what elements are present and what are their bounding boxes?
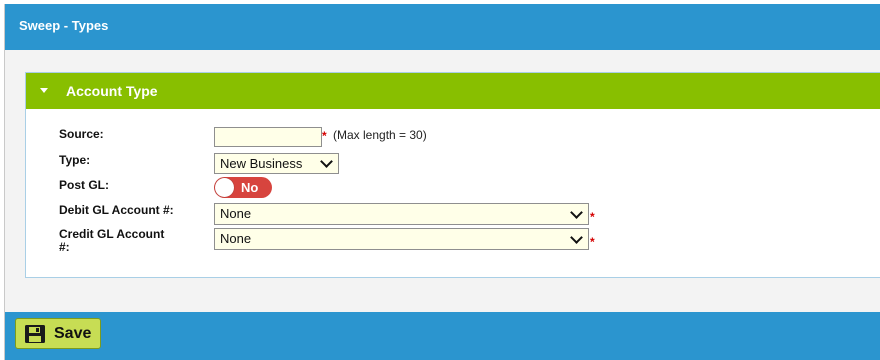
debit-gl-select[interactable]: None xyxy=(214,203,589,225)
chevron-down-icon xyxy=(570,206,583,219)
page-footer: Save xyxy=(5,312,880,360)
toggle-knob xyxy=(215,178,234,197)
page-frame: Sweep - Types Account Type Source: * (Ma… xyxy=(4,4,880,360)
credit-gl-select-value: None xyxy=(220,231,252,246)
required-marker: * xyxy=(590,210,595,224)
source-label: Source: xyxy=(59,127,104,141)
account-type-panel: Account Type Source: * (Max length = 30)… xyxy=(25,72,880,278)
credit-gl-label-line2: #: xyxy=(59,240,70,254)
panel-header[interactable]: Account Type xyxy=(26,73,880,109)
page-header: Sweep - Types xyxy=(5,4,880,50)
page-title: Sweep - Types xyxy=(19,18,109,33)
panel-title: Account Type xyxy=(66,83,158,99)
credit-gl-label: Credit GL Account #: xyxy=(59,228,164,254)
chevron-down-icon xyxy=(570,231,583,244)
credit-gl-select[interactable]: None xyxy=(214,228,589,250)
type-select[interactable]: New Business xyxy=(214,153,339,174)
save-button[interactable]: Save xyxy=(15,318,101,349)
caret-down-icon[interactable] xyxy=(40,88,48,93)
type-select-value: New Business xyxy=(220,156,303,171)
source-hint: (Max length = 30) xyxy=(333,128,427,142)
toggle-state: No xyxy=(241,180,259,195)
post-gl-toggle[interactable]: No xyxy=(214,177,272,198)
credit-gl-label-line1: Credit GL Account xyxy=(59,227,165,241)
type-label: Type: xyxy=(59,153,91,167)
save-label: Save xyxy=(54,325,92,342)
floppy-disk-icon xyxy=(24,324,46,349)
required-marker: * xyxy=(590,235,595,249)
source-input[interactable] xyxy=(214,127,322,147)
post-gl-label: Post GL: xyxy=(59,178,109,192)
debit-gl-label: Debit GL Account #: xyxy=(59,203,174,217)
debit-gl-select-value: None xyxy=(220,206,252,221)
required-marker: * xyxy=(322,129,327,143)
chevron-down-icon xyxy=(320,155,333,168)
